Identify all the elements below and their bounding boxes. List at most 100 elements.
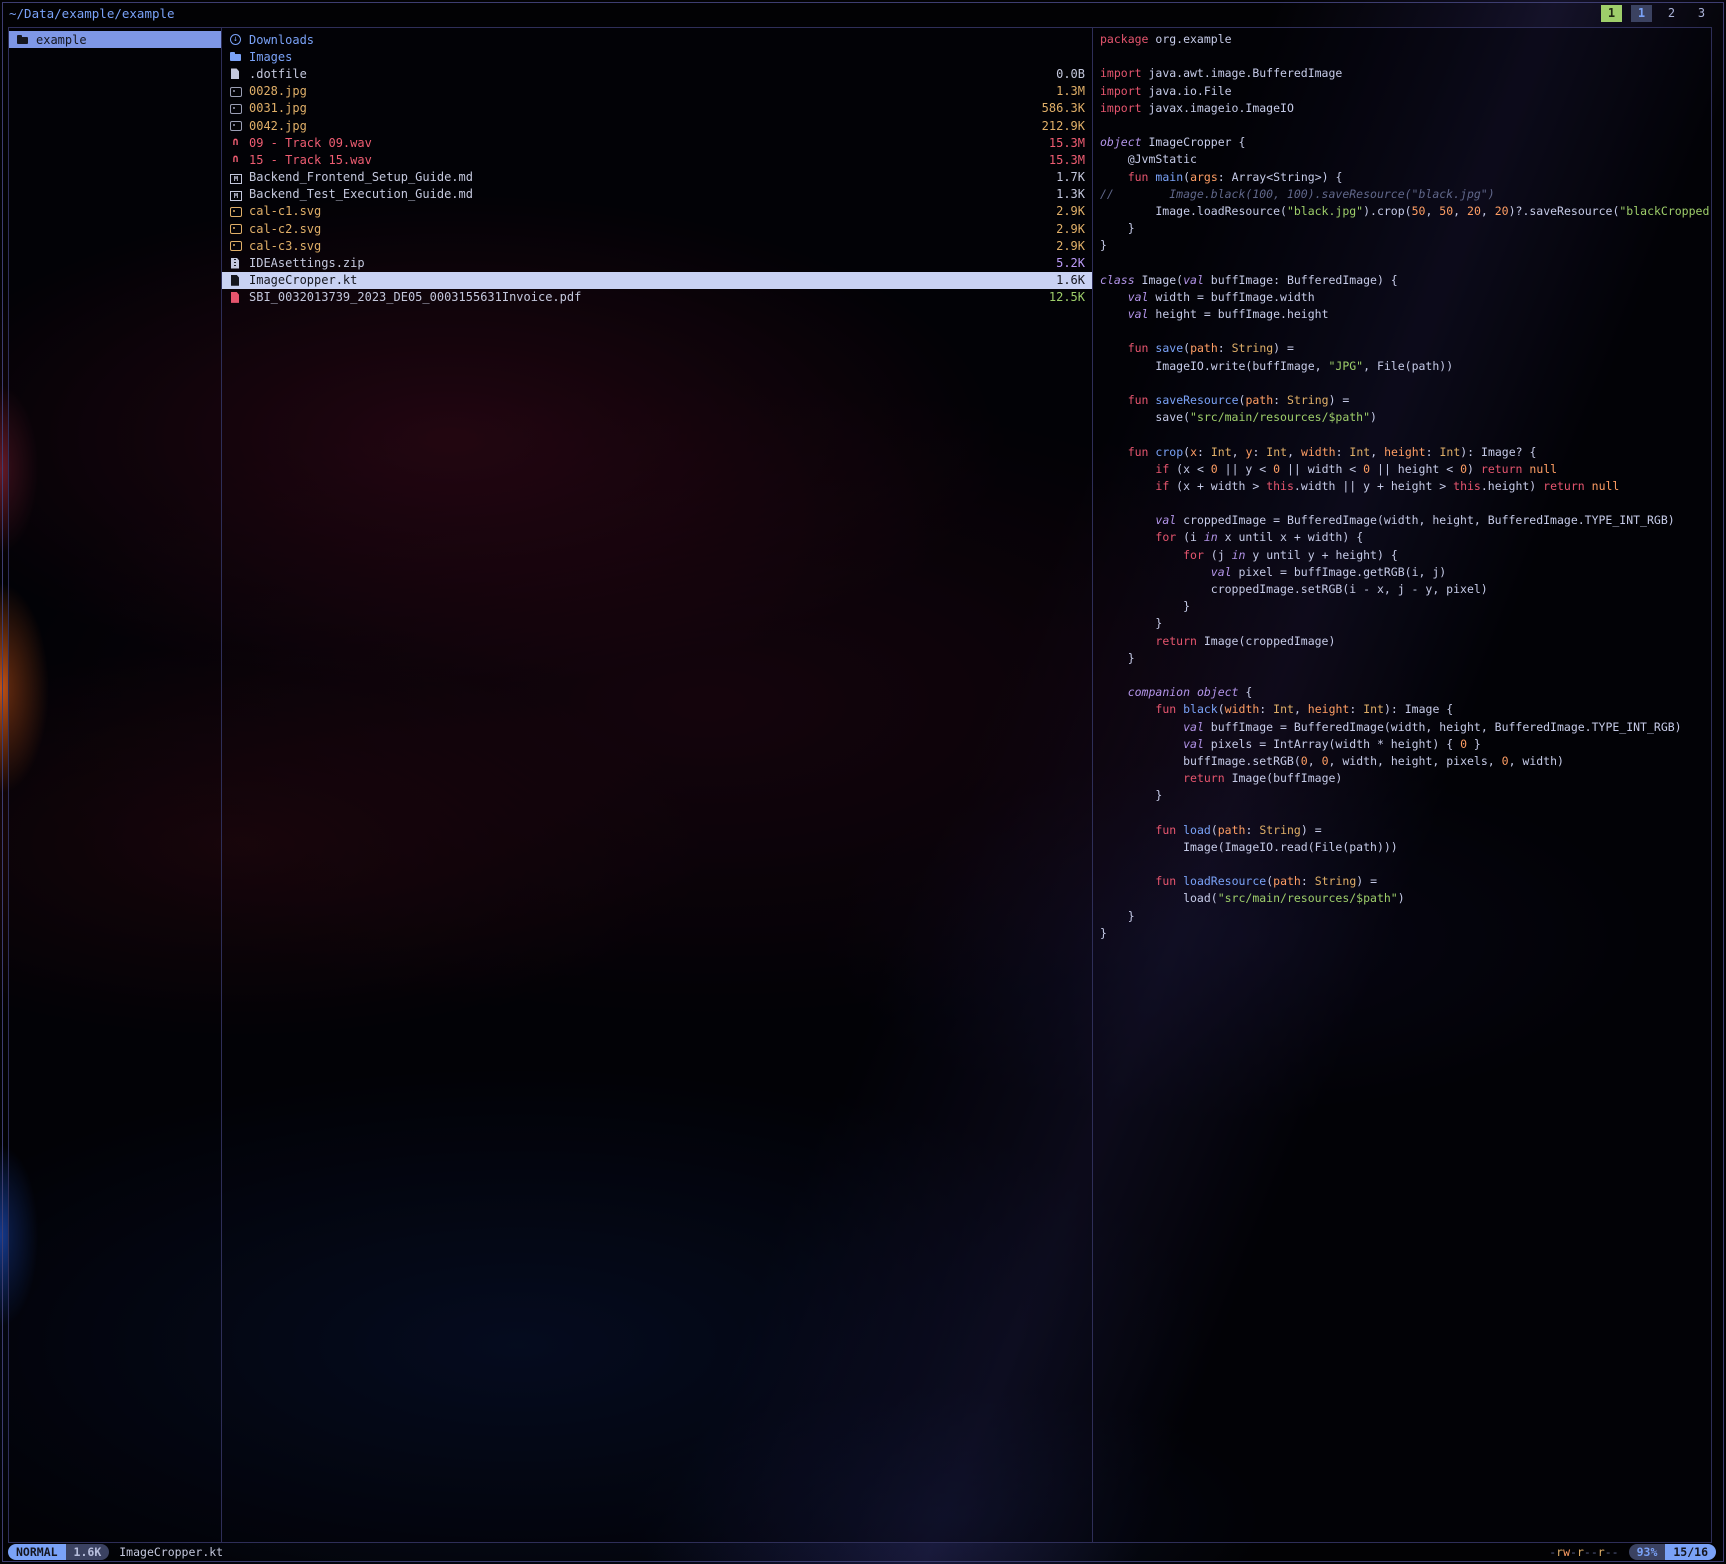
code-line [1100,495,1711,512]
folder-icon [229,50,242,63]
file-row[interactable]: ImageCropper.kt 1.6K [222,272,1092,289]
file-preview-pane: package org.example import java.awt.imag… [1092,27,1712,1543]
file-row[interactable]: cal-c1.svg 2.9K [222,203,1092,220]
code-line: fun main(args: Array<String>) { [1100,169,1711,186]
file-name: cal-c1.svg [249,204,1049,218]
file-name: Images [249,50,1078,64]
code-line: companion object { [1100,684,1711,701]
code-line: fun saveResource(path: String) = [1100,392,1711,409]
image-icon [229,85,242,98]
code-line [1100,426,1711,443]
file-size: 1.3K [1056,187,1085,201]
image-icon [229,239,242,252]
file-name: ImageCropper.kt [249,273,1049,287]
code-line: fun save(path: String) = [1100,340,1711,357]
file-size-badge: 1.6K [66,1544,110,1560]
code-line [1100,375,1711,392]
archive-icon [229,257,242,270]
code-line: val pixel = buffImage.getRGB(i, j) [1100,564,1711,581]
file-list-pane: DownloadsImages.dotfile0.0B0028.jpg1.3M0… [221,27,1093,1543]
code-line: val pixels = IntArray(width * height) { … [1100,736,1711,753]
parent-directory-list: example [9,28,221,48]
audio-icon [229,136,242,149]
code-line: } [1100,925,1711,942]
file-size: 1.7K [1056,170,1085,184]
file-permissions: -rw-r--r-- [1549,1545,1618,1559]
code-line [1100,117,1711,134]
breadcrumb-path: ~/Data/example/example [9,5,175,23]
file-row[interactable]: cal-c3.svg2.9K [222,237,1092,254]
code-line: save("src/main/resources/$path") [1100,409,1711,426]
tab-bar: 1123 [1601,5,1712,22]
file-row[interactable]: cal-c2.svg2.9K [222,220,1092,237]
status-right: -rw-r--r-- 93% 15/16 [1549,1544,1716,1560]
image-icon [229,102,242,115]
file-name: cal-c3.svg [249,239,1049,253]
file-size: 1.6K [1056,273,1085,287]
code-line: class Image(val buffImage: BufferedImage… [1100,272,1711,289]
tab-active-1[interactable]: 1 [1631,5,1652,22]
code-line: val croppedImage = BufferedImage(width, … [1100,512,1711,529]
file-row[interactable]: 0028.jpg1.3M [222,83,1092,100]
mode-badge: NORMAL [8,1544,66,1560]
code-line: if (x + width > this.width || y + height… [1100,478,1711,495]
code-line: } [1100,598,1711,615]
file-row[interactable]: 15 - Track 15.wav 15.3M [222,151,1092,168]
file-row[interactable]: Images [222,48,1092,65]
code-line [1100,323,1711,340]
tab-plain-3[interactable]: 3 [1691,5,1712,22]
file-row[interactable]: example [9,31,221,48]
file-row[interactable]: Downloads [222,31,1092,48]
code-preview: package org.example import java.awt.imag… [1093,28,1711,942]
code-line: } [1100,650,1711,667]
file-size: 15.3M [1049,136,1085,150]
code-line: val width = buffImage.width [1100,289,1711,306]
code-line: val buffImage = BufferedImage(width, hei… [1100,719,1711,736]
code-line: fun load(path: String) = [1100,822,1711,839]
download-icon [229,33,242,46]
file-name: IDEAsettings.zip [249,256,1049,270]
code-file-icon [229,274,242,287]
file-row[interactable]: .dotfile 0.0B [222,65,1092,82]
file-name: 15 - Track 15.wav [249,153,1042,167]
file-size: 5.2K [1056,256,1085,270]
tab-green-1[interactable]: 1 [1601,5,1622,22]
code-line [1100,856,1711,873]
file-row[interactable]: 09 - Track 09.wav15.3M [222,134,1092,151]
code-line [1100,254,1711,271]
tab-plain-2[interactable]: 2 [1661,5,1682,22]
code-line: Image(ImageIO.read(File(path))) [1100,839,1711,856]
image-icon [229,119,242,132]
code-line: if (x < 0 || y < 0 || width < 0 || heigh… [1100,461,1711,478]
code-line [1100,667,1711,684]
image-icon [229,222,242,235]
file-name: .dotfile [249,67,1049,81]
code-line: buffImage.setRGB(0, 0, width, height, pi… [1100,753,1711,770]
file-size: 1.3M [1056,84,1085,98]
file-icon [229,67,242,80]
file-size: 0.0B [1056,67,1085,81]
file-row[interactable]: 0042.jpg212.9K [222,117,1092,134]
audio-icon [229,153,242,166]
code-line: Image.loadResource("black.jpg").crop(50,… [1100,203,1711,220]
file-size: 15.3M [1049,153,1085,167]
markdown-icon [229,171,242,184]
file-size: 2.9K [1056,204,1085,218]
code-line [1100,48,1711,65]
code-line: } [1100,615,1711,632]
file-name: Downloads [249,33,1078,47]
file-row[interactable]: Backend_Frontend_Setup_Guide.md1.7K [222,169,1092,186]
code-line: fun black(width: Int, height: Int): Imag… [1100,701,1711,718]
file-row[interactable]: IDEAsettings.zip 5.2K [222,254,1092,271]
file-name: Backend_Test_Execution_Guide.md [249,187,1049,201]
file-name: SBI_0032013739_2023_DE05_0003155631Invoi… [249,290,1042,304]
code-line: // Image.black(100, 100).saveResource("b… [1100,186,1711,203]
file-row[interactable]: SBI_0032013739_2023_DE05_0003155631Invoi… [222,289,1092,306]
file-list: DownloadsImages.dotfile0.0B0028.jpg1.3M0… [222,28,1092,306]
file-row[interactable]: 0031.jpg586.3K [222,100,1092,117]
file-row[interactable]: Backend_Test_Execution_Guide.md 1.3K [222,186,1092,203]
code-line: ImageIO.write(buffImage, "JPG", File(pat… [1100,358,1711,375]
code-line: } [1100,237,1711,254]
code-line: } [1100,787,1711,804]
file-size: 2.9K [1056,222,1085,236]
